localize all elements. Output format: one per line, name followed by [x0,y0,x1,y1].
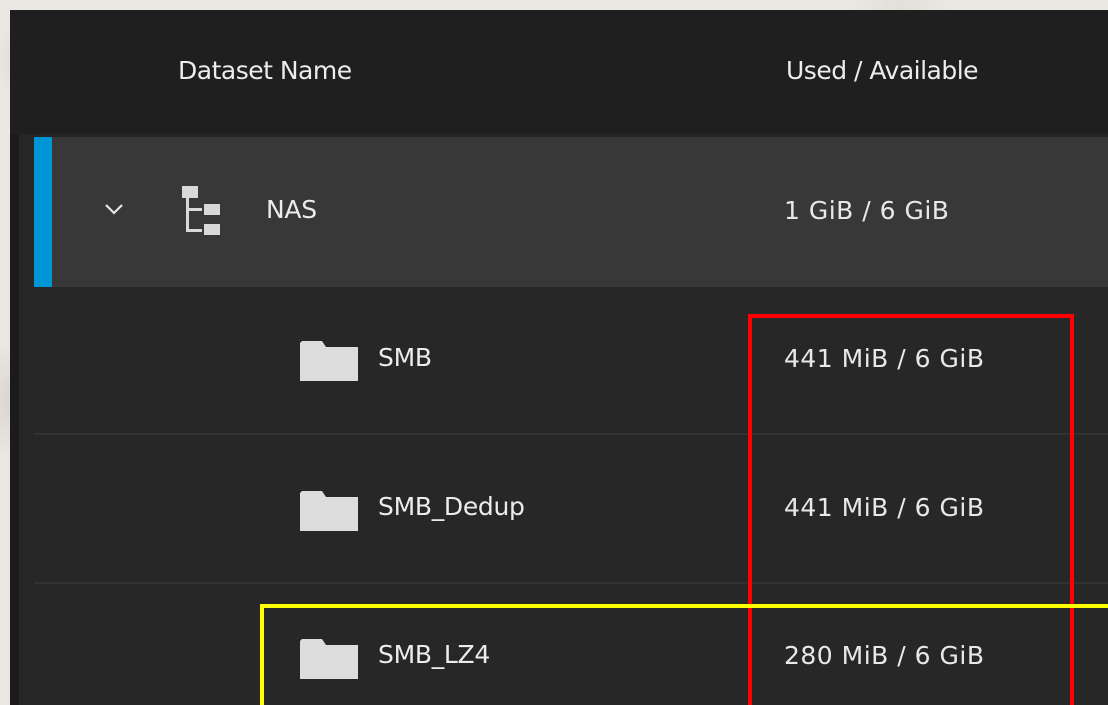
folder-icon [300,637,358,679]
datasets-table: Dataset Name Used / Available NAS 1 GiB … [10,10,1108,705]
table-row-smb[interactable]: SMB 441 MiB / 6 GiB [34,287,1108,435]
table-row-smb-dedup[interactable]: SMB_Dedup 441 MiB / 6 GiB [34,436,1108,584]
selected-row-accent [34,137,52,287]
dataset-name[interactable]: NAS [266,195,317,224]
column-header-used-available[interactable]: Used / Available [786,56,979,85]
dataset-usage: 1 GiB / 6 GiB [784,196,950,225]
table-header: Dataset Name Used / Available [10,10,1108,134]
table-row-smb-lz4[interactable]: SMB_LZ4 280 MiB / 6 GiB [34,585,1108,705]
column-header-dataset-name[interactable]: Dataset Name [178,56,352,85]
dataset-name[interactable]: SMB_Dedup [378,492,525,521]
left-edge-strip [10,134,19,705]
dataset-usage: 441 MiB / 6 GiB [784,344,985,373]
folder-icon [300,489,358,531]
dataset-tree-icon [182,186,238,238]
folder-icon [300,339,358,381]
dataset-name[interactable]: SMB [378,343,432,372]
dataset-name[interactable]: SMB_LZ4 [378,640,490,669]
chevron-down-icon[interactable] [102,197,126,221]
table-row-nas[interactable]: NAS 1 GiB / 6 GiB [34,137,1108,287]
dataset-usage: 280 MiB / 6 GiB [784,641,985,670]
left-edge-gap [19,134,34,705]
dataset-usage: 441 MiB / 6 GiB [784,493,985,522]
